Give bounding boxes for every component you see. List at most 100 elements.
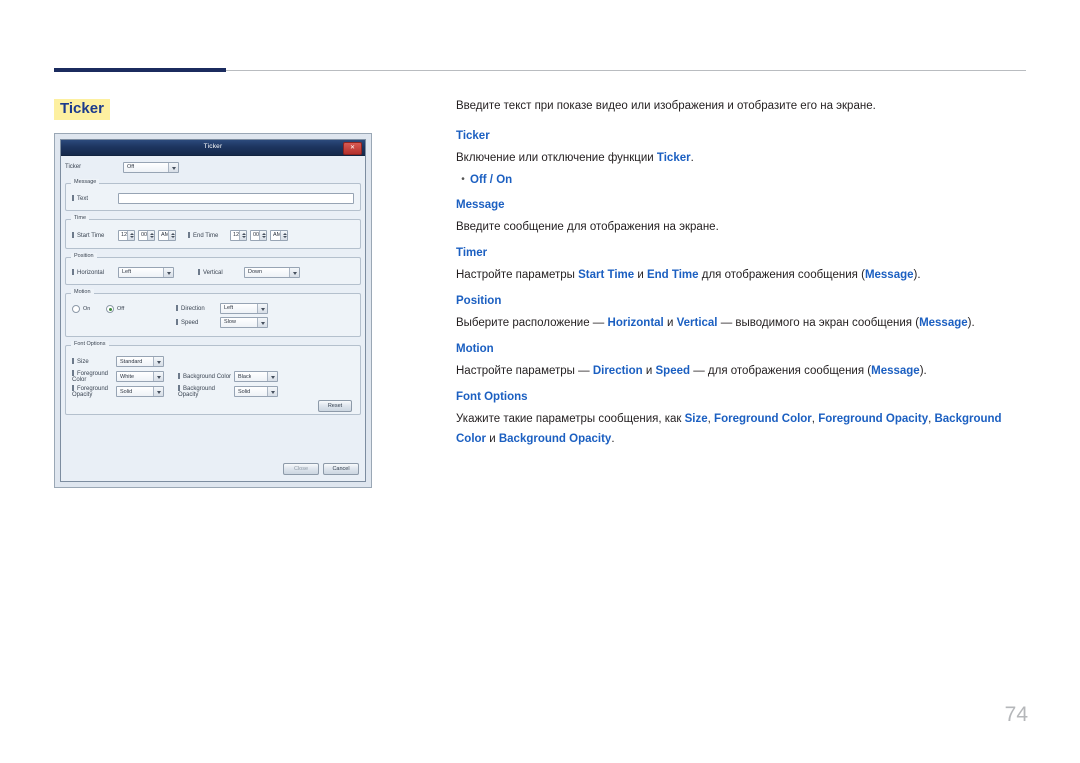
message-text-input[interactable] [118,192,354,204]
motion-group-legend: Motion [71,289,94,295]
position-kw-horizontal: Horizontal [607,317,664,329]
font-kw-background-opacity: Background Opacity [498,433,612,445]
message-heading: Message [456,199,505,211]
position-desc-part2: и [663,317,677,329]
reset-button[interactable]: Reset [318,400,352,412]
foreground-color-label: Foreground Color [72,370,116,383]
description-column: Введите текст при показе видео или изобр… [456,96,1032,449]
timer-desc-part1: Настройте параметры [456,269,579,281]
end-hour-value: 12 [233,232,240,238]
lead-paragraph: Введите текст при показе видео или изобр… [456,100,876,112]
vertical-select-value: Down [248,269,263,275]
direction-select[interactable]: Left [220,302,268,314]
message-description: Введите сообщение для отображения на экр… [456,221,719,233]
font-kw-foreground-color: Foreground Color [714,413,812,425]
motion-kw-direction: Direction [592,365,643,377]
cancel-button[interactable]: Cancel [323,463,359,475]
motion-kw-speed: Speed [655,365,691,377]
motion-off-label: Off [117,306,125,312]
font-options-description: Укажите такие параметры сообщения, как S… [456,409,1032,449]
chevron-down-icon [257,317,267,327]
position-heading: Position [456,295,502,307]
time-row: Start Time 12 00 AM End Time 12 00 AM [66,220,360,250]
chevron-down-icon [168,162,178,172]
background-opacity-select[interactable]: Solid [234,386,278,397]
end-ampm-stepper[interactable]: AM [270,229,288,241]
foreground-color-select[interactable]: White [116,371,164,382]
message-row: Text [66,184,360,212]
ticker-description: Включение или отключение функции Ticker. [456,148,1032,168]
foreground-opacity-row: Foreground Opacity Solid Background Opac… [72,384,354,399]
position-desc-part3: — выводимого на экран сообщения ( [717,317,920,329]
time-group-legend: Time [71,215,90,221]
offon-bullet-label: Off / On [470,174,513,186]
speed-select[interactable]: Slow [220,316,268,328]
time-group: Time Start Time 12 00 AM End Time 12 00 … [65,215,361,250]
message-group: Message Text [65,179,361,212]
ticker-desc-part2: . [690,152,694,164]
header-rule-dark [54,68,226,72]
timer-description: Настройте параметры Start Time и End Tim… [456,265,1032,285]
timer-desc-part2: и [634,269,647,281]
page-title: Ticker [54,99,110,120]
start-minute-value: 00 [141,232,148,238]
position-desc-part1: Выберите расположение — [456,317,608,329]
stepper-arrows-icon [259,230,266,240]
size-select[interactable]: Standard [116,356,164,367]
position-kw-message: Message [919,317,968,329]
position-row: Horizontal Left Vertical Down [66,258,360,286]
close-button[interactable]: Close [283,463,319,475]
end-minute-stepper[interactable]: 00 [250,229,267,241]
speed-label: Speed [176,319,220,326]
ticker-select-value: Off [127,164,135,170]
ticker-heading: Ticker [456,130,490,142]
horizontal-label: Horizontal [72,269,118,276]
start-hour-value: 12 [121,232,128,238]
size-row: Size Standard [72,354,354,369]
start-hour-stepper[interactable]: 12 [118,229,135,241]
end-hour-stepper[interactable]: 12 [230,229,247,241]
radio-icon [72,305,80,313]
end-minute-value: 00 [253,232,260,238]
timer-desc-part4: ). [913,269,921,281]
position-group-legend: Position [71,253,97,259]
vertical-select[interactable]: Down [244,266,300,278]
motion-group: Motion On Off Direction Left Speed Slow [65,289,361,337]
size-select-value: Standard [120,358,143,365]
offon-bullet: • Off / On [456,171,1032,189]
chevron-down-icon [163,267,173,277]
chevron-down-icon [257,303,267,313]
start-ampm-stepper[interactable]: AM [158,229,176,241]
header-rule-light [226,70,1026,71]
background-color-select[interactable]: Black [234,371,278,382]
motion-off-radio[interactable]: Off [106,305,124,313]
ticker-row: Ticker Off [65,159,361,175]
horizontal-select[interactable]: Left [118,266,174,278]
motion-heading: Motion [456,343,494,355]
chevron-down-icon [267,387,277,396]
stepper-arrows-icon [280,230,287,240]
motion-desc-part2: и [642,365,656,377]
start-minute-stepper[interactable]: 00 [138,229,155,241]
timer-desc-part3: для отображения сообщения ( [698,269,865,281]
foreground-color-value: White [120,373,135,380]
close-icon[interactable]: ✕ [343,142,362,155]
font-options-heading: Font Options [456,391,528,403]
ticker-desc-part1: Включение или отключение функции [456,152,657,164]
position-desc-part4: ). [967,317,975,329]
foreground-opacity-select[interactable]: Solid [116,386,164,397]
stepper-arrows-icon [147,230,154,240]
foreground-color-row: Foreground Color White Background Color … [72,369,354,384]
font-kw-foreground-opacity: Foreground Opacity [818,413,929,425]
stepper-arrows-icon [168,230,175,240]
font-options-legend: Font Options [71,341,109,347]
direction-row: Direction Left [176,301,354,315]
background-color-label: Background Color [178,373,234,380]
ticker-select[interactable]: Off [123,161,179,173]
font-desc-part1: Укажите такие параметры сообщения, как [456,413,685,425]
dialog-titlebar: Ticker ✕ [61,140,365,156]
motion-on-radio[interactable]: On [72,305,90,313]
radio-icon [106,305,115,313]
motion-desc-part1: Настройте параметры — [456,365,593,377]
horizontal-select-value: Left [122,269,132,275]
